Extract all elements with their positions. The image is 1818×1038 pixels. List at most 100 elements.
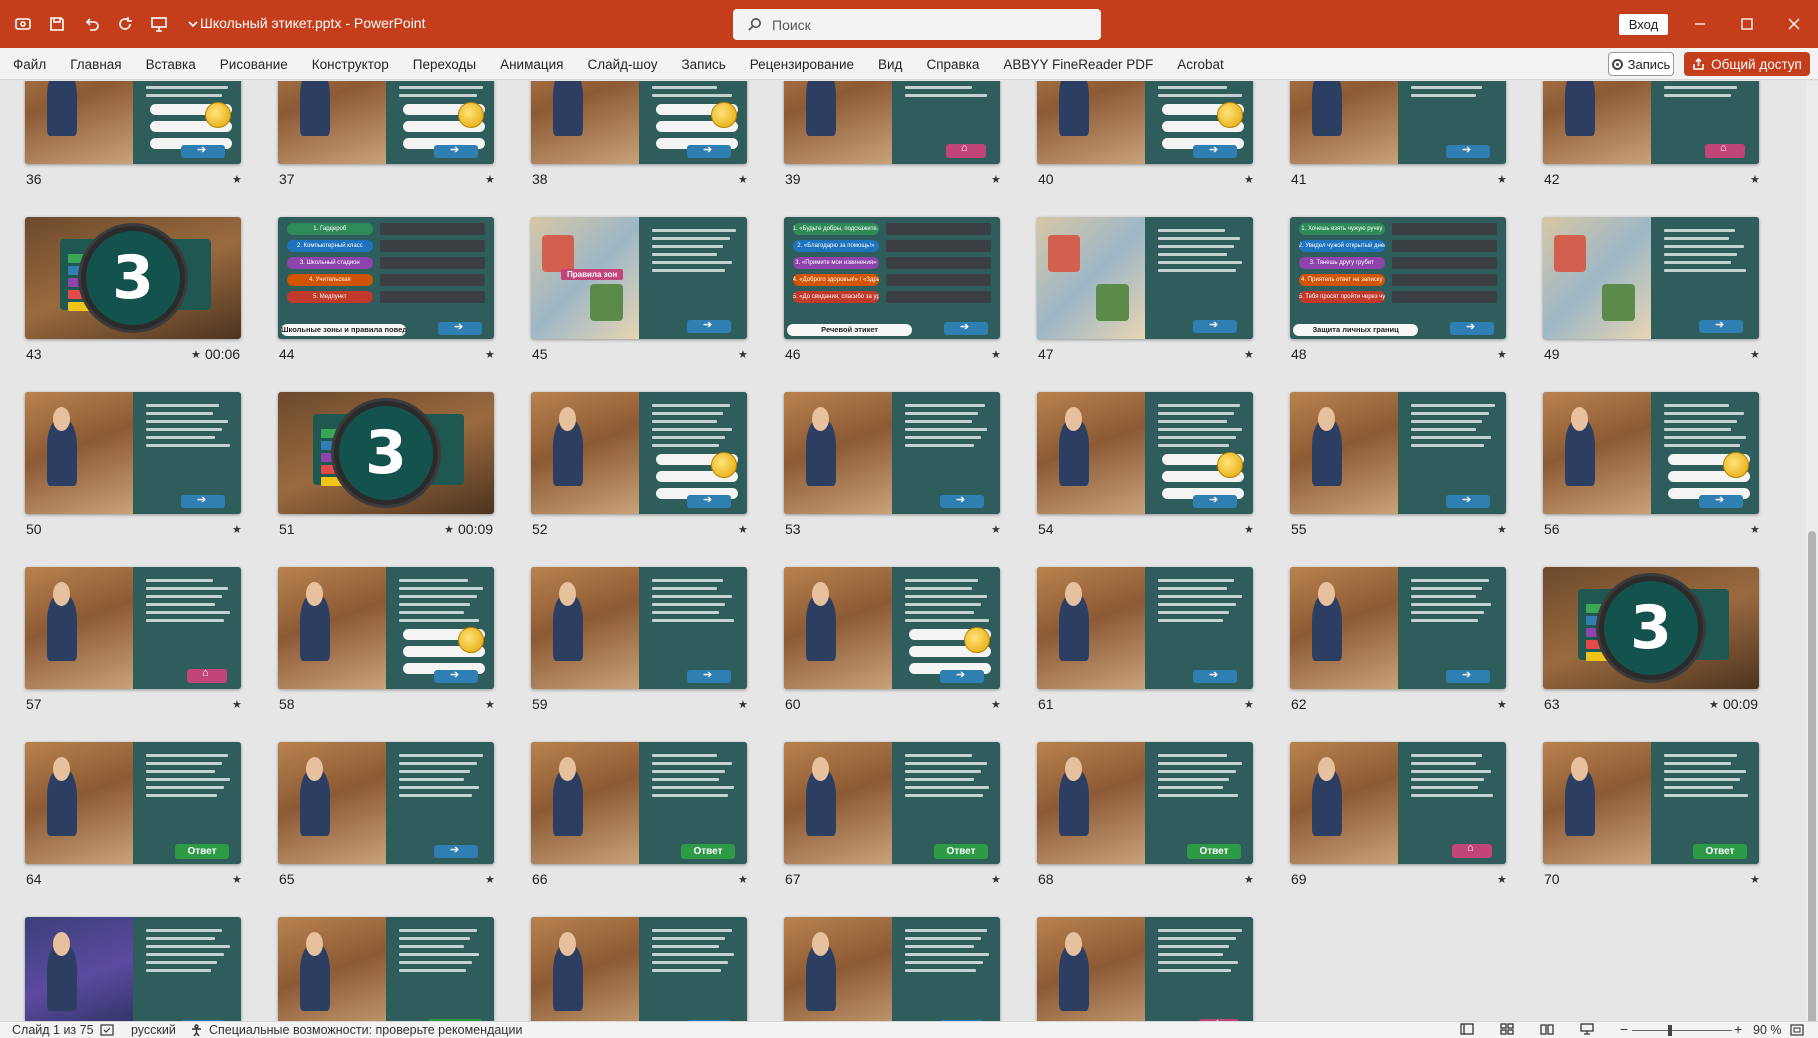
slide-thumbnail[interactable] — [784, 917, 1000, 1021]
close-icon[interactable] — [1782, 12, 1806, 36]
normal-view-icon[interactable] — [1460, 1023, 1476, 1037]
status-bar: Слайд 1 из 75 русский Специальные возмож… — [0, 1021, 1818, 1038]
zoom-in-button[interactable]: + — [1734, 1021, 1742, 1037]
coin-icon — [458, 627, 484, 653]
slide-thumbnail[interactable] — [1037, 81, 1253, 164]
slide-thumbnail[interactable]: Ответ — [1037, 742, 1253, 864]
menu-tab-1[interactable]: Главная — [70, 57, 121, 72]
text-line — [1663, 412, 1744, 415]
transition-star-icon: ★ — [1497, 349, 1507, 361]
slide-number: 61 — [1038, 696, 1054, 712]
slide-thumbnail[interactable] — [1037, 217, 1253, 339]
slide-thumbnail[interactable]: 3 — [1543, 567, 1759, 689]
minimize-icon[interactable] — [1688, 12, 1712, 36]
slideshow-view-icon[interactable] — [1580, 1023, 1596, 1037]
record-button[interactable]: Запись — [1608, 52, 1674, 76]
signin-button[interactable]: Вход — [1619, 14, 1668, 35]
slide-thumbnail[interactable] — [25, 81, 241, 164]
slide-thumbnail[interactable]: 1. Гардероб 2. Компьютерный класс 3. Школь… — [278, 217, 494, 339]
zoom-slider[interactable] — [1632, 1030, 1732, 1031]
slide-thumbnail[interactable] — [1037, 567, 1253, 689]
slide-thumbnail[interactable] — [1543, 217, 1759, 339]
slide-thumbnail[interactable]: Ответ — [1543, 742, 1759, 864]
slide-thumbnail[interactable] — [1037, 392, 1253, 514]
menu-tab-11[interactable]: Справка — [926, 57, 979, 72]
slide-thumbnail[interactable] — [25, 567, 241, 689]
spellcheck-icon[interactable] — [100, 1024, 114, 1036]
slide-thumbnail[interactable] — [278, 742, 494, 864]
present-icon[interactable] — [144, 10, 174, 38]
slide-thumbnail[interactable] — [25, 392, 241, 514]
slide-thumbnail[interactable]: 1. «Будьте добры, подскажите...» 2. «Благ… — [784, 217, 1000, 339]
slide-thumbnail[interactable]: Ответ — [25, 742, 241, 864]
menu-tab-9[interactable]: Рецензирование — [750, 57, 854, 72]
zoom-slider-thumb[interactable] — [1668, 1025, 1672, 1036]
slide-thumbnail[interactable]: Ответ — [531, 742, 747, 864]
menu-tab-2[interactable]: Вставка — [146, 57, 196, 72]
slide-thumbnail[interactable] — [784, 81, 1000, 164]
text-line — [1157, 237, 1241, 240]
slide-thumbnail[interactable]: Ответ — [784, 742, 1000, 864]
slide-thumbnail[interactable] — [531, 81, 747, 164]
text-line — [398, 611, 464, 614]
menu-tab-7[interactable]: Слайд-шоу — [587, 57, 657, 72]
maximize-icon[interactable] — [1735, 12, 1759, 36]
menu-tab-13[interactable]: Acrobat — [1177, 57, 1224, 72]
text-line — [1410, 94, 1476, 97]
slide-thumbnail[interactable]: 3 — [278, 392, 494, 514]
slide-thumbnail[interactable]: Правила зон — [531, 217, 747, 339]
save-icon[interactable] — [42, 10, 72, 38]
slide-thumbnail[interactable]: 1. Хочешь взять чужую ручку 2. Увидел чуж… — [1290, 217, 1506, 339]
slide-thumbnail[interactable] — [1543, 392, 1759, 514]
text-line — [1663, 444, 1740, 447]
slide-thumbnail[interactable] — [1543, 81, 1759, 164]
reading-view-icon[interactable] — [1540, 1023, 1556, 1037]
text-line — [651, 237, 730, 240]
slide-thumbnail[interactable] — [25, 917, 241, 1021]
menu-tab-5[interactable]: Переходы — [413, 57, 476, 72]
accessibility-checker[interactable]: Специальные возможности: проверьте реком… — [190, 1023, 522, 1037]
text-line — [398, 762, 477, 765]
next-arrow-button — [1193, 318, 1237, 333]
search-box[interactable]: Поиск — [733, 9, 1101, 40]
text-line — [904, 770, 981, 773]
zoom-out-button[interactable]: − — [1620, 1021, 1628, 1037]
text-line — [651, 444, 719, 447]
menu-tab-10[interactable]: Вид — [878, 57, 902, 72]
slide-thumbnail[interactable] — [784, 392, 1000, 514]
menu-tab-0[interactable]: Файл — [13, 57, 46, 72]
slide-thumbnail[interactable] — [1290, 567, 1506, 689]
redo-icon[interactable] — [110, 10, 140, 38]
share-button[interactable]: Общий доступ — [1684, 52, 1810, 76]
text-line — [1410, 794, 1494, 797]
slide-thumbnail[interactable] — [1290, 742, 1506, 864]
zoom-level[interactable]: 90 % — [1753, 1023, 1782, 1037]
slide-thumbnail[interactable] — [1290, 81, 1506, 164]
menu-tab-4[interactable]: Конструктор — [312, 57, 389, 72]
text-line — [145, 969, 211, 972]
slide-sorter-view-icon[interactable] — [1500, 1023, 1516, 1037]
menu-tab-6[interactable]: Анимация — [500, 57, 563, 72]
slide-number: 65 — [279, 871, 295, 887]
undo-icon[interactable] — [76, 10, 106, 38]
slide-thumbnail[interactable]: 3 — [25, 217, 241, 339]
language-indicator[interactable]: русский — [131, 1023, 176, 1037]
autosave-icon[interactable] — [8, 10, 38, 38]
text-line — [1157, 937, 1236, 940]
menu-tab-3[interactable]: Рисование — [220, 57, 288, 72]
slide-thumbnail[interactable]: Ответ — [278, 917, 494, 1021]
slide-thumbnail[interactable] — [278, 81, 494, 164]
fit-to-window-icon[interactable] — [1790, 1024, 1804, 1036]
slide-thumbnail[interactable] — [1290, 392, 1506, 514]
answer-button: Ответ — [681, 844, 735, 859]
scrollbar-thumb[interactable] — [1808, 531, 1816, 1038]
slide-thumbnail[interactable] — [531, 392, 747, 514]
slide-thumbnail[interactable] — [531, 567, 747, 689]
slide-thumbnail[interactable] — [278, 567, 494, 689]
slide-thumbnail[interactable] — [531, 917, 747, 1021]
slide-thumbnail[interactable] — [1037, 917, 1253, 1021]
menu-tab-8[interactable]: Запись — [681, 57, 725, 72]
slide-thumbnail[interactable] — [784, 567, 1000, 689]
vertical-scrollbar[interactable] — [1806, 81, 1818, 1038]
menu-tab-12[interactable]: ABBYY FineReader PDF — [1003, 57, 1153, 72]
